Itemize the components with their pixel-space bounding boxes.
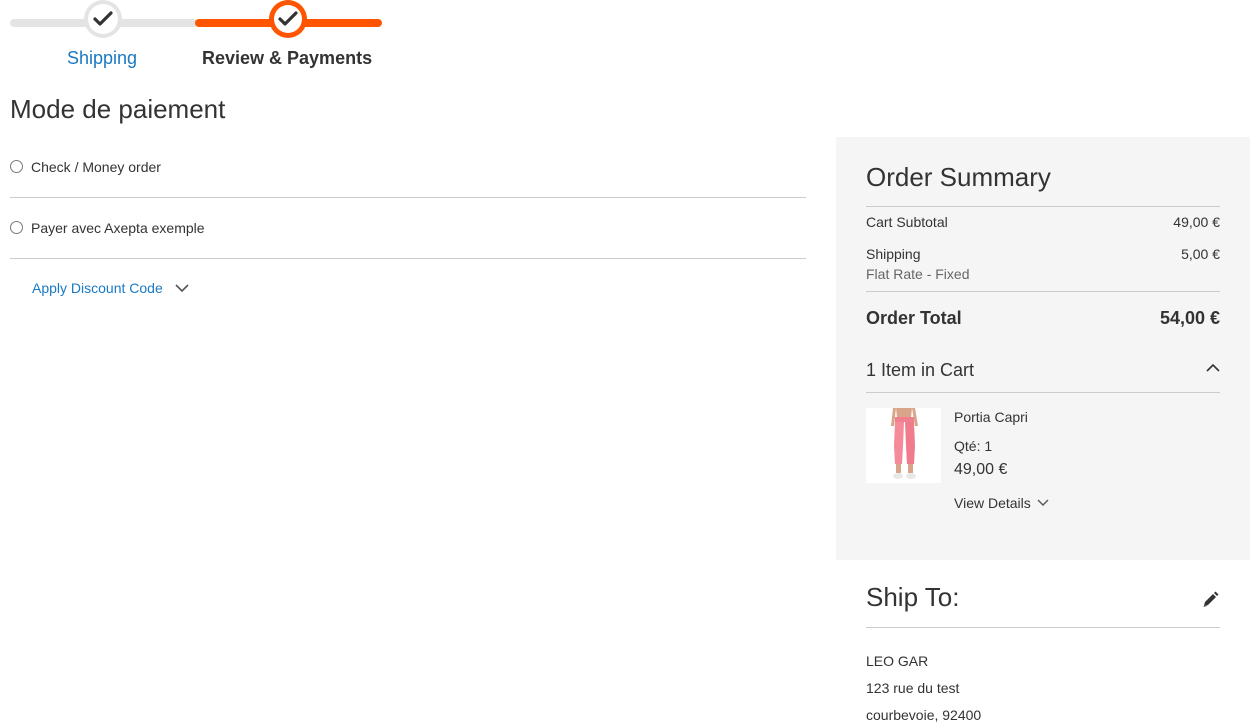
product-thumbnail[interactable] [866,408,941,483]
shipping-label: Shipping [866,246,921,262]
shipping-method: Flat Rate - Fixed [866,266,970,282]
step-review-label: Review & Payments [202,48,373,68]
product-name: Portia Capri [954,409,1028,425]
payment-method-label[interactable]: Payer avec Axepta exemple [31,220,205,236]
apply-discount-toggle[interactable]: Apply Discount Code [32,280,189,296]
view-details-label[interactable]: View Details [954,495,1031,511]
address-street: 123 rue du test [866,680,960,696]
cart-subtotal-label: Cart Subtotal [866,214,948,230]
product-qty: Qté: 1 [954,438,993,454]
divider [866,206,1220,207]
chevron-down-icon [175,283,189,292]
payment-section-title: Mode de paiement [10,94,226,124]
divider [866,291,1220,292]
address-city: courbevoie, 92400 [866,707,982,723]
view-details-toggle[interactable]: View Details [954,495,1049,511]
order-summary-title: Order Summary [866,162,1051,192]
divider [866,627,1220,628]
check-icon [93,11,113,26]
step-shipping-marker[interactable] [84,0,122,38]
shipping-value: 5,00 € [1181,246,1220,262]
payment-radio-checkmo[interactable] [10,159,23,173]
order-summary: Order Summary Cart Subtotal 49,00 € Ship… [836,137,1250,560]
divider [866,392,1220,393]
ship-to-title: Ship To: [866,582,960,612]
chevron-up-icon[interactable] [1206,363,1220,372]
product-price: 49,00 € [954,461,1008,478]
payment-method-label[interactable]: Check / Money order [31,159,161,175]
order-total-label: Order Total [866,308,962,328]
step-review-marker [269,0,307,38]
order-total-value: 54,00 € [1159,308,1220,328]
chevron-down-icon [1037,499,1049,506]
payment-radio-axepta[interactable] [10,220,23,234]
pencil-icon[interactable] [1201,591,1219,609]
checkout-progress-bar: Shipping Review & Payments [10,0,382,80]
payment-method-checkmo[interactable]: Check / Money order [10,137,806,198]
check-icon [278,11,298,26]
discount-label[interactable]: Apply Discount Code [32,280,163,296]
payment-method-axepta[interactable]: Payer avec Axepta exemple [10,198,806,259]
cart-subtotal-value: 49,00 € [1173,214,1220,230]
items-in-cart-toggle[interactable]: 1 Item in Cart [866,360,974,381]
address-name: LEO GAR [866,653,929,669]
step-shipping-link[interactable]: Shipping [67,48,137,69]
